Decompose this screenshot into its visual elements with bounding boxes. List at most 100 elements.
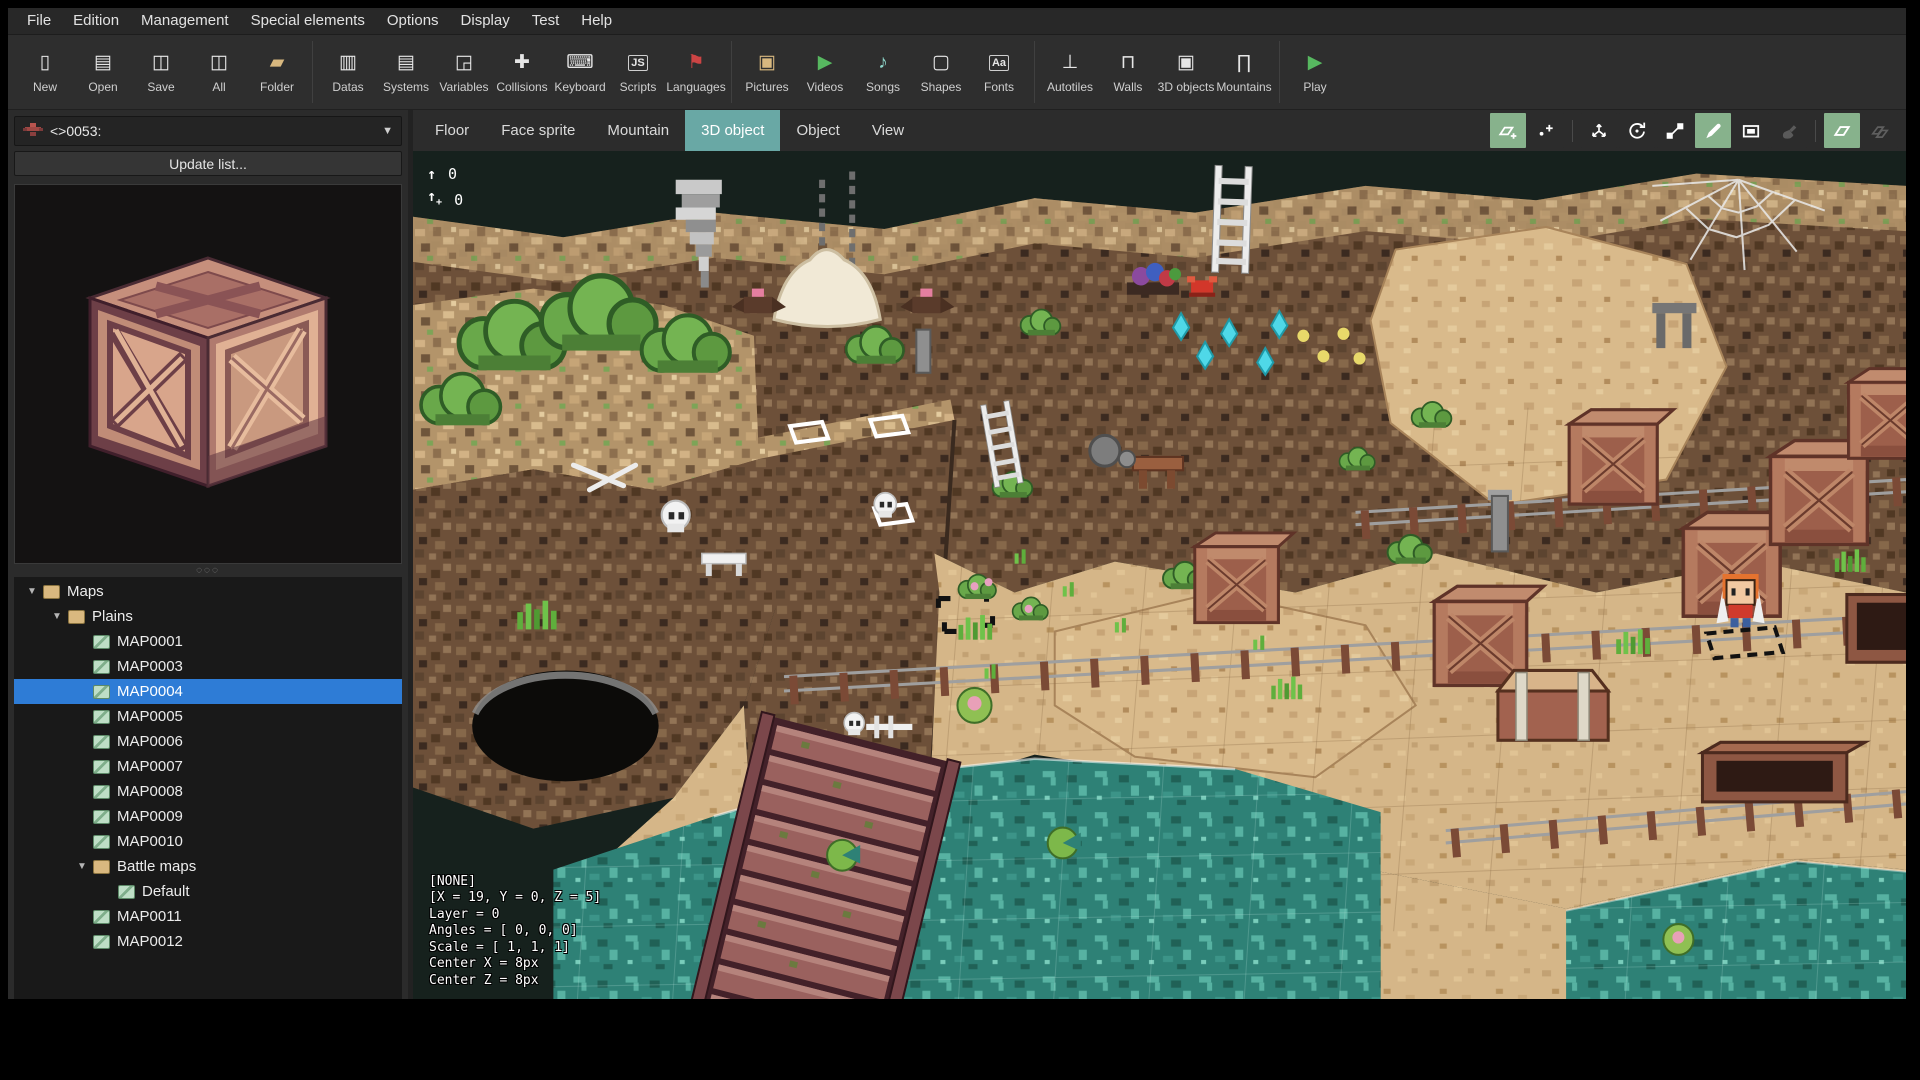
toolbar-fonts-button[interactable]: Aa Fonts [970, 35, 1028, 109]
tree-item-battle-maps[interactable]: ▼ Battle maps [14, 854, 402, 879]
menu-options[interactable]: Options [376, 8, 450, 34]
pencil-tool[interactable] [1695, 113, 1731, 148]
tree-item-map0006[interactable]: MAP0006 [14, 729, 402, 754]
autotiles-icon: ⊥ [1061, 51, 1079, 73]
toolbar-item-label: New [32, 79, 57, 94]
menu-management[interactable]: Management [130, 8, 240, 34]
open-crate [1845, 592, 1906, 664]
menu-special-elements[interactable]: Special elements [240, 8, 376, 34]
toolbar-songs-button[interactable]: ♪ Songs [854, 35, 912, 109]
new-file-icon: ▯ [39, 51, 51, 73]
tree-item-label: MAP0005 [117, 708, 183, 725]
stone-obelisk [1487, 489, 1512, 553]
tab-floor[interactable]: Floor [419, 110, 485, 151]
tree-expand-caret[interactable]: ▼ [49, 611, 65, 622]
toolbar-item-label: Scripts [619, 79, 657, 94]
toolbar-datas-button[interactable]: ▥ Datas [319, 35, 377, 109]
translate-tool[interactable] [1581, 113, 1617, 148]
tree-item-map0001[interactable]: MAP0001 [14, 629, 402, 654]
toolbar-scripts-button[interactable]: JS Scripts [609, 35, 667, 109]
toolbar-save-button[interactable]: ◫ Save [132, 35, 190, 109]
tab-view[interactable]: View [856, 110, 920, 151]
add-land-tool[interactable] [1490, 113, 1526, 148]
toolbar-item-label: Open [88, 79, 118, 94]
toolbar-item-label: Systems [382, 79, 429, 94]
tree-expand-caret[interactable]: ▼ [74, 861, 90, 872]
tool-separator [1572, 119, 1573, 142]
toolbar-pictures-button[interactable]: ▣ Pictures [738, 35, 796, 109]
map-icon [93, 834, 110, 849]
panel-splitter-handle[interactable]: ◌◌◌ [14, 564, 402, 577]
map-canvas[interactable]: ↑ 0 ↑+ 0 [NONE] [X = 19, Y = 0, Z = 5] Layer… [413, 151, 1906, 999]
scale-icon [1666, 122, 1684, 139]
selection-info-overlay: [NONE] [X = 19, Y = 0, Z = 5] Layer = 0 Ang… [429, 874, 601, 990]
tree-item-map0008[interactable]: MAP0008 [14, 779, 402, 804]
selection-info-line: Scale = [ 1, 1, 1] [429, 939, 570, 955]
open-file-icon: ▤ [94, 51, 112, 73]
plane-mode-tool[interactable] [1824, 113, 1860, 148]
translate-icon [1592, 123, 1606, 137]
toolbar-shapes-button[interactable]: ▢ Shapes [912, 35, 970, 109]
tab-mountain[interactable]: Mountain [591, 110, 685, 151]
object-3d-preview[interactable] [14, 184, 402, 564]
tree-item-label: MAP0007 [117, 758, 183, 775]
layers-icon [1871, 125, 1889, 138]
content-area: <>0053: ▼ Update list... ◌◌◌ ▼ Maps ▼ Pl… [8, 110, 1906, 999]
pencil-icon [1706, 123, 1721, 138]
tab-face-sprite[interactable]: Face sprite [485, 110, 591, 151]
tree-item-map0005[interactable]: MAP0005 [14, 704, 402, 729]
tree-item-map0012[interactable]: MAP0012 [14, 929, 402, 954]
toolbar-open-button[interactable]: ▤ Open [74, 35, 132, 109]
toolbar-item-label: Videos [806, 79, 844, 94]
tree-item-label: MAP0004 [117, 683, 183, 700]
map-icon [93, 684, 110, 699]
tree-item-map0010[interactable]: MAP0010 [14, 829, 402, 854]
toolbar-systems-button[interactable]: ▤ Systems [377, 35, 435, 109]
menu-help[interactable]: Help [570, 8, 623, 34]
selection-info-line: Center Z = 8px [429, 972, 539, 988]
toolbar-walls-button[interactable]: ⊓ Walls [1099, 35, 1157, 109]
rotate-tool[interactable] [1619, 113, 1655, 148]
object-selector-dropdown[interactable]: <>0053: ▼ [14, 116, 402, 146]
tree-item-plains[interactable]: ▼ Plains [14, 604, 402, 629]
toolbar-separator [312, 41, 313, 103]
objects3d-icon: ▣ [1177, 51, 1195, 73]
toolbar-videos-button[interactable]: ▶ Videos [796, 35, 854, 109]
toolbar-folder-button[interactable]: ▰ Folder [248, 35, 306, 109]
toolbar-keyboard-button[interactable]: ⌨ Keyboard [551, 35, 609, 109]
tree-expand-caret[interactable]: ▼ [24, 586, 40, 597]
tab-object[interactable]: Object [780, 110, 855, 151]
scale-tool[interactable] [1657, 113, 1693, 148]
rectangle-tool[interactable] [1733, 113, 1769, 148]
shapes-icon: ▢ [932, 51, 950, 73]
tree-item-map0003[interactable]: MAP0003 [14, 654, 402, 679]
toolbar-item-label: Collisions [496, 79, 548, 94]
toolbar-all-button[interactable]: ◫ All [190, 35, 248, 109]
update-list-button[interactable]: Update list... [14, 151, 402, 176]
menu-edition[interactable]: Edition [62, 8, 130, 34]
toolbar-mountains-button[interactable]: ∏ Mountains [1215, 35, 1273, 109]
play-icon: ▶ [1307, 51, 1323, 73]
menu-test[interactable]: Test [521, 8, 571, 34]
toolbar-languages-button[interactable]: ⚑ Languages [666, 35, 725, 109]
tree-item-map0004[interactable]: MAP0004 [14, 679, 402, 704]
toolbar-new-button[interactable]: ▯ New [16, 35, 74, 109]
toolbar-autotiles-button[interactable]: ⊥ Autotiles [1041, 35, 1099, 109]
add-point-tool[interactable] [1528, 113, 1564, 148]
tree-item-map0007[interactable]: MAP0007 [14, 754, 402, 779]
menu-display[interactable]: Display [450, 8, 521, 34]
toolbar-collisions-button[interactable]: ✚ Collisions [493, 35, 551, 109]
toolbar-group: ⊥ Autotiles ⊓ Walls ▣ 3D objects ∏ Mountains [1037, 35, 1277, 109]
menu-file[interactable]: File [16, 8, 62, 34]
tree-item-maps[interactable]: ▼ Maps [14, 579, 402, 604]
tree-item-map0011[interactable]: MAP0011 [14, 904, 402, 929]
toolbar-group: ▶ Play [1282, 35, 1348, 109]
toolbar-play-button[interactable]: ▶ Play [1286, 35, 1344, 109]
toolbar-variables-button[interactable]: ◲ Variables [435, 35, 493, 109]
toolbar-3d-objects-button[interactable]: ▣ 3D objects [1157, 35, 1215, 109]
tree-item-default[interactable]: Default [14, 879, 402, 904]
plane-plus-icon [1498, 126, 1517, 139]
tree-item-map0009[interactable]: MAP0009 [14, 804, 402, 829]
paint-tool [1771, 113, 1807, 148]
tab-3d-object[interactable]: 3D object [685, 110, 781, 151]
